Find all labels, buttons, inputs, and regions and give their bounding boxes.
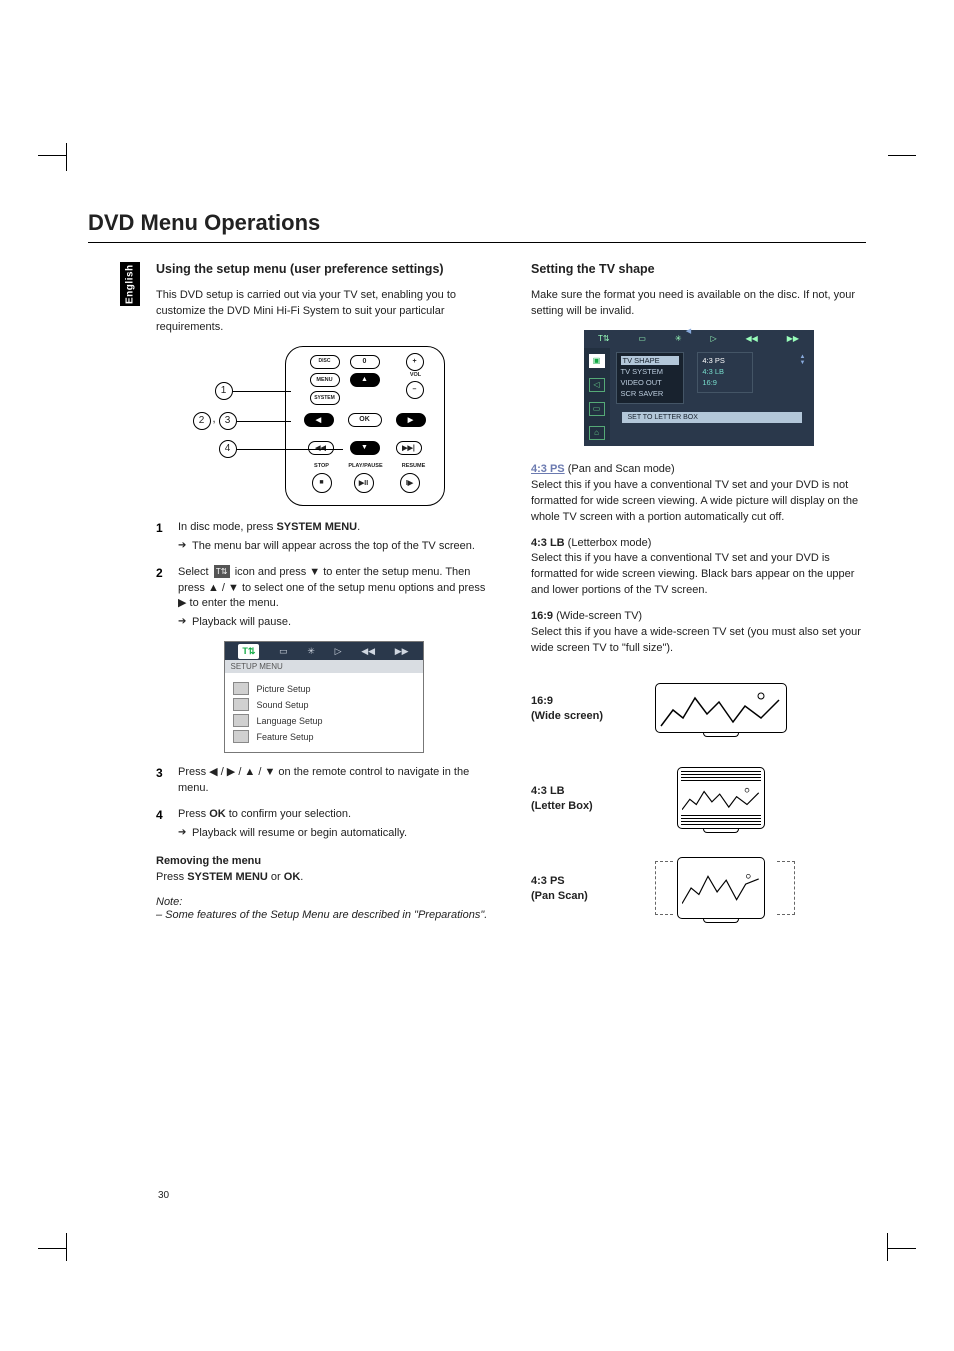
feature-icon bbox=[233, 730, 249, 743]
mode-lb: 4:3 LB (Letterbox mode) Select this if y… bbox=[531, 536, 866, 600]
tvshape-intro: Make sure the format you need is availab… bbox=[531, 288, 866, 320]
callout-4: 4 bbox=[219, 440, 237, 458]
mountain-icon bbox=[660, 688, 782, 728]
aspect-4-3-ps: 4:3 PS(Pan Scan) bbox=[531, 857, 866, 921]
remote-illustration: DISC 0 + VOL MENU ▲ – SYSTEM ◀ OK ▶ ◀◀ bbox=[189, 346, 459, 506]
osd-tab-active: T⇅ bbox=[238, 644, 259, 659]
tvshape-heading: Setting the TV shape bbox=[531, 261, 866, 278]
removing-head: Removing the menu bbox=[156, 855, 261, 867]
side-picture-icon: ▣ bbox=[589, 354, 605, 368]
step-3: 3 Press ◀ / ▶ / ▲ / ▼ on the remote cont… bbox=[156, 765, 491, 797]
step-4: 4 Press OK to confirm your selection. Pl… bbox=[156, 807, 491, 842]
page-title: DVD Menu Operations bbox=[88, 210, 866, 243]
right-column: Setting the TV shape Make sure the forma… bbox=[531, 261, 866, 947]
osd-tvshape: T⇅▭✳▷◀◀▶▶ ▣ ◁ ▭ ⌂ TV SHAPE TV SYSTEM VID… bbox=[584, 330, 814, 446]
step-1: 1 In disc mode, press SYSTEM MENU. The m… bbox=[156, 520, 491, 555]
note-body: – Some features of the Setup Menu are de… bbox=[156, 908, 491, 923]
aspect-16-9: 16:9(Wide screen) bbox=[531, 677, 866, 741]
left-column: Using the setup menu (user preference se… bbox=[156, 261, 491, 947]
mountain-icon bbox=[682, 782, 760, 814]
side-feature-icon: ⌂ bbox=[589, 426, 605, 440]
mode-ps: 4:3 PS (Pan and Scan mode) Select this i… bbox=[531, 462, 866, 526]
callout-3: 3 bbox=[219, 412, 237, 430]
sound-icon bbox=[233, 698, 249, 711]
note-label: Note: bbox=[156, 896, 491, 908]
manual-page: English DVD Menu Operations Using the se… bbox=[0, 0, 954, 1351]
callout-1: 1 bbox=[215, 382, 233, 400]
callout-2: 2 bbox=[193, 412, 211, 430]
step-2: 2 Select T⇅ icon and press ▼ to enter th… bbox=[156, 565, 491, 632]
osd-tab-bar: T⇅ ▭ ✳ ▷ ◀◀ ▶▶ bbox=[225, 642, 423, 660]
osd-sublabel: SETUP MENU bbox=[225, 660, 423, 673]
picture-icon bbox=[233, 682, 249, 695]
aspect-4-3-lb: 4:3 LB(Letter Box) bbox=[531, 767, 866, 831]
mountain-icon bbox=[682, 862, 760, 914]
side-sound-icon: ◁ bbox=[589, 378, 605, 392]
language-icon bbox=[233, 714, 249, 727]
setup-steps: 1 In disc mode, press SYSTEM MENU. The m… bbox=[156, 520, 491, 632]
page-number: 30 bbox=[158, 1190, 169, 1201]
setup-tab-icon: T⇅ bbox=[214, 565, 230, 578]
setup-steps-2: 3 Press ◀ / ▶ / ▲ / ▼ on the remote cont… bbox=[156, 765, 491, 842]
setup-intro: This DVD setup is carried out via your T… bbox=[156, 288, 491, 336]
setup-heading: Using the setup menu (user preference se… bbox=[156, 261, 491, 278]
side-lang-icon: ▭ bbox=[589, 402, 605, 416]
osd-setup-menu: T⇅ ▭ ✳ ▷ ◀◀ ▶▶ SETUP MENU Picture Setup … bbox=[224, 641, 424, 753]
language-tab: English bbox=[120, 262, 140, 306]
mode-ws: 16:9 (Wide-screen TV) Select this if you… bbox=[531, 609, 866, 657]
